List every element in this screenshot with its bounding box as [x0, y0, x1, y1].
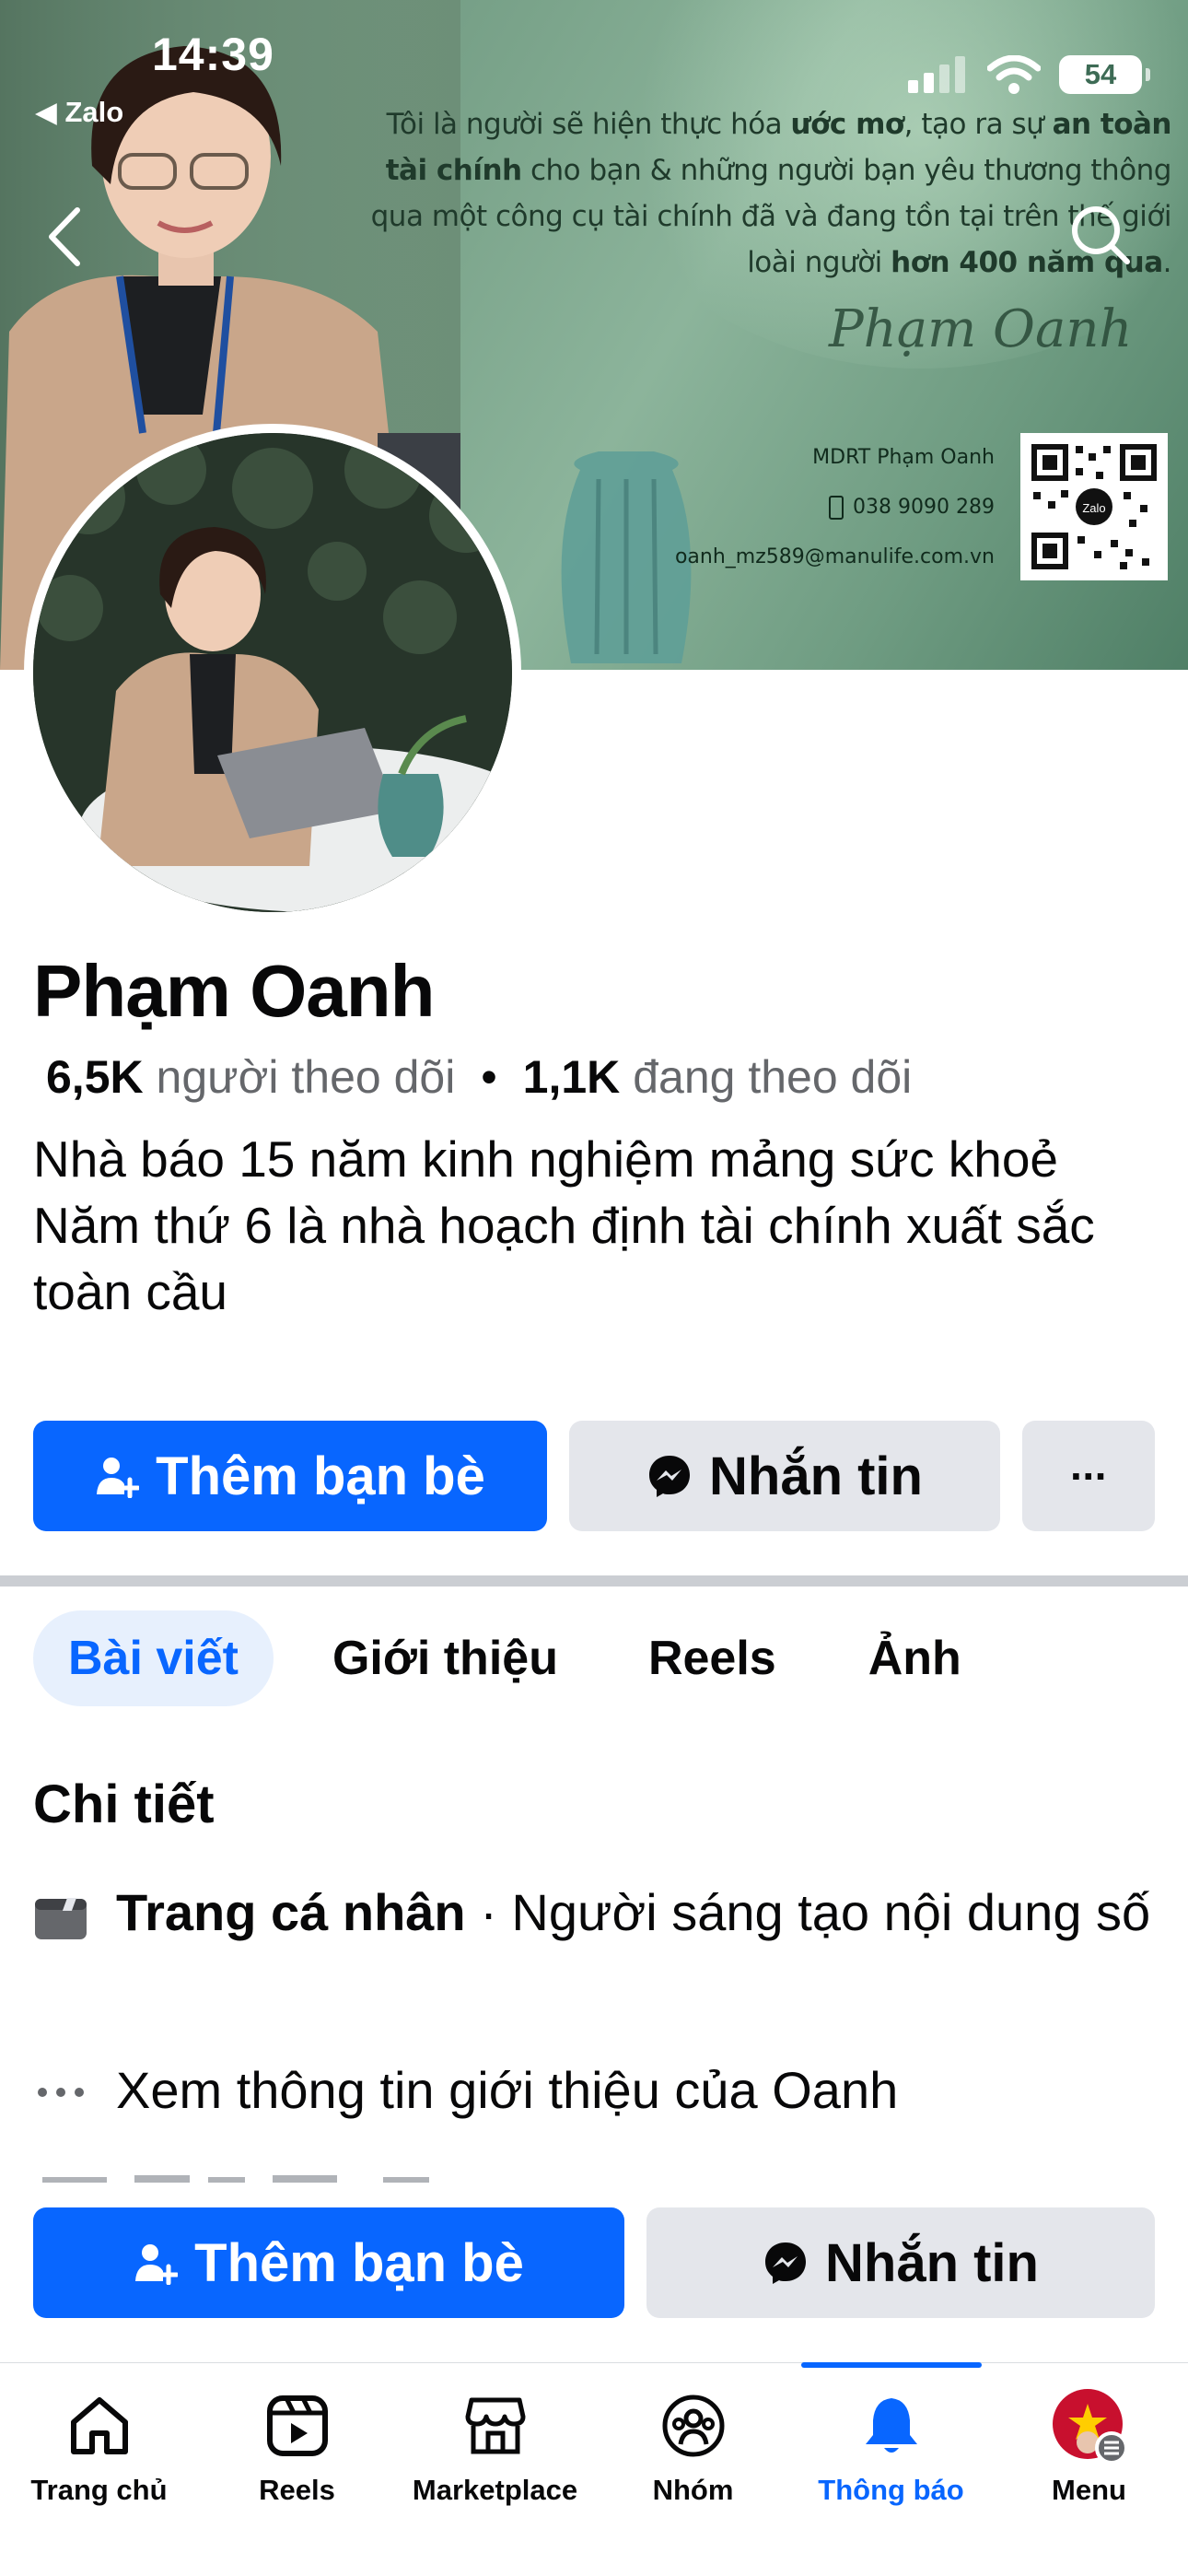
cover-quote-text: Tôi là người sẽ hiện thực hóa ước mơ, tạ… [343, 101, 1172, 286]
section-divider [0, 1575, 1188, 1587]
marketplace-icon [465, 2397, 525, 2454]
search-icon[interactable] [1068, 203, 1133, 267]
add-friend-icon [97, 1458, 140, 1498]
bottom-navigation: Trang chủ Reels Marketplace Nhóm Thông b… [0, 2362, 1188, 2576]
nav-groups[interactable]: Nhóm [594, 2363, 792, 2576]
profile-avatar[interactable] [24, 424, 521, 921]
following-label[interactable]: đang theo dõi [633, 1051, 912, 1103]
qr-zalo-label: Zalo [1082, 501, 1105, 515]
menu-avatar-icon [1052, 2389, 1128, 2465]
cover-phone: 038 9090 289 [700, 483, 995, 533]
sticky-add-friend-button[interactable]: Thêm bạn bè [33, 2207, 624, 2318]
battery-indicator: 54 [1059, 55, 1150, 94]
details-title: Chi tiết [33, 1774, 215, 1834]
add-friend-icon [135, 2244, 179, 2285]
phone-icon [829, 496, 844, 520]
nav-marketplace[interactable]: Marketplace [396, 2363, 594, 2576]
back-chevron-icon[interactable] [42, 205, 88, 269]
back-to-app-link[interactable]: ◀ Zalo [35, 96, 123, 129]
groups-icon [662, 2395, 724, 2457]
ellipsis-icon [38, 2088, 84, 2097]
home-icon [70, 2397, 128, 2454]
cover-contact-block: MDRT Phạm Oanh 038 9090 289 oanh_mz589@m… [675, 433, 995, 582]
message-button[interactable]: Nhắn tin [569, 1421, 1000, 1531]
stats-separator: • [481, 1051, 497, 1103]
follow-stats: 6,5K người theo dõi • 1,1K đang theo dõi [46, 1050, 912, 1104]
cover-signature: Phạm Oanh [829, 299, 1133, 359]
tab-posts[interactable]: Bài viết [33, 1610, 274, 1706]
avatar-image [33, 433, 512, 912]
bio-line: Năm thứ 6 là nhà hoạch định tài chính xu… [33, 1197, 1095, 1320]
tab-photos[interactable]: Ảnh [868, 1610, 961, 1706]
more-dots-icon: ··· [1070, 1452, 1109, 1500]
followers-label[interactable]: người theo dõi [157, 1051, 456, 1103]
cover-email: oanh_mz589@manulife.com.vn [675, 533, 995, 582]
nav-notifications[interactable]: Thông báo [792, 2363, 990, 2576]
cellular-signal-icon [908, 56, 965, 93]
add-friend-button[interactable]: Thêm bạn bè [33, 1421, 547, 1531]
cover-contact-title: MDRT Phạm Oanh [812, 446, 995, 469]
sticky-action-bar: Thêm bạn bè Nhắn tin [0, 2184, 1188, 2368]
profile-type-rest: · Người sáng tạo nội dung số [465, 1883, 1151, 1941]
more-options-button[interactable]: ··· [1022, 1421, 1155, 1531]
profile-name: Phạm Oanh [33, 950, 436, 1032]
detail-see-about[interactable]: Xem thông tin giới thiệu của Oanh [33, 2057, 1157, 2124]
reels-icon [266, 2395, 328, 2456]
cover-quote-part: . [1162, 246, 1172, 279]
active-tab-indicator [801, 2362, 982, 2368]
tab-about[interactable]: Giới thiệu [332, 1610, 558, 1706]
status-icons: 54 [908, 55, 1150, 94]
profile-type-bold: Trang cá nhân [116, 1883, 466, 1941]
cover-quote-part: , tạo ra sự [903, 108, 1053, 141]
nav-menu[interactable]: Menu [990, 2363, 1188, 2576]
profile-page-icon [35, 1898, 87, 1939]
profile-tabs: Bài viết Giới thiệu Reels Ảnh [33, 1610, 961, 1706]
bio-line: Nhà báo 15 năm kinh nghiệm mảng sức khoẻ [33, 1130, 1059, 1188]
messenger-icon [765, 2242, 806, 2284]
nav-reels[interactable]: Reels [198, 2363, 396, 2576]
hidden-content-peek [42, 2175, 429, 2183]
messenger-icon [649, 1456, 690, 1497]
cover-quote-part: ước mơ [790, 108, 905, 141]
qr-code-image: Zalo [1020, 433, 1168, 580]
wifi-icon [987, 55, 1041, 94]
detail-profile-type: Trang cá nhân · Người sáng tạo nội dung … [33, 1879, 1157, 1946]
sticky-message-button[interactable]: Nhắn tin [646, 2207, 1155, 2318]
followers-count[interactable]: 6,5K [46, 1051, 144, 1103]
following-count[interactable]: 1,1K [523, 1051, 621, 1103]
profile-bio: Nhà báo 15 năm kinh nghiệm mảng sức khoẻ… [33, 1126, 1157, 1325]
nav-home[interactable]: Trang chủ [0, 2363, 198, 2576]
tab-reels[interactable]: Reels [648, 1610, 776, 1706]
status-time: 14:39 [152, 29, 274, 80]
bell-icon [865, 2398, 917, 2453]
see-about-link[interactable]: Xem thông tin giới thiệu của Oanh [116, 2057, 898, 2124]
cover-quote-part: Tôi là người sẽ hiện thực hóa [386, 108, 791, 141]
